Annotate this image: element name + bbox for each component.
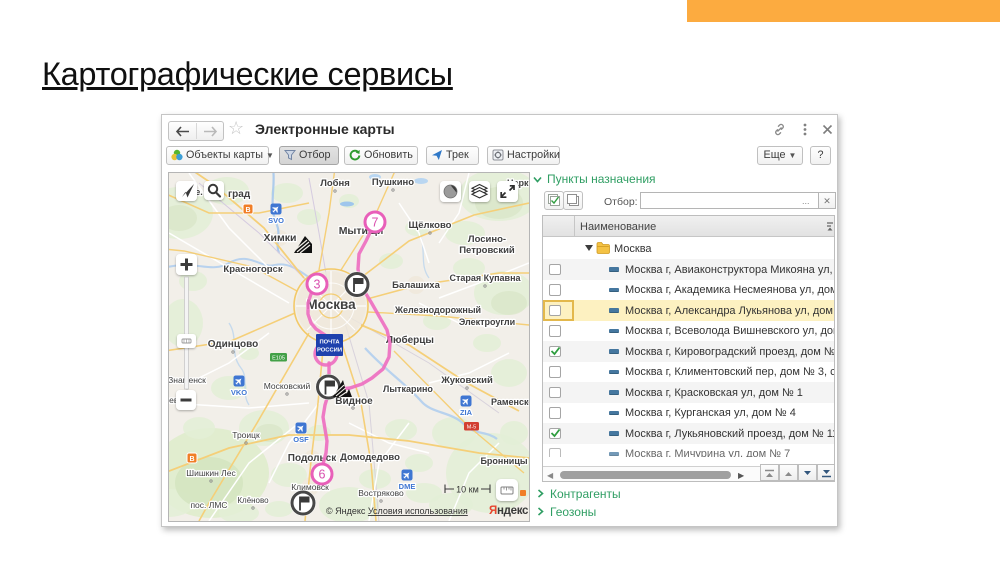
svg-text:Яндекс: Яндекс	[489, 505, 529, 517]
svg-text:Востряково: Востряково	[358, 488, 404, 498]
svg-text:Домодедово: Домодедово	[340, 452, 400, 463]
svg-text:Одинцово: Одинцово	[208, 339, 258, 350]
svg-text:Балашиха: Балашиха	[392, 280, 440, 291]
svg-text:Щёлково: Щёлково	[409, 220, 452, 231]
svg-text:6: 6	[319, 468, 326, 482]
svg-text:Раменское: Раменское	[491, 397, 529, 407]
svg-text:Электроугли: Электроугли	[459, 317, 515, 327]
svg-text:Пушкино: Пушкино	[372, 177, 414, 188]
svg-text:10 км: 10 км	[456, 485, 479, 495]
svg-text:Шишкин Лес: Шишкин Лес	[186, 468, 236, 478]
svg-text:Жуковский: Жуковский	[440, 375, 493, 386]
svg-text:Клёново: Клёново	[237, 496, 269, 505]
svg-text:3: 3	[314, 278, 321, 292]
svg-text:M-5: M-5	[467, 425, 476, 431]
svg-text:VKO: VKO	[231, 388, 247, 397]
svg-text:Красногорск: Красногорск	[223, 264, 282, 275]
svg-text:7: 7	[372, 216, 379, 230]
svg-text:РОССИИ: РОССИИ	[317, 348, 342, 354]
svg-text:E105: E105	[272, 356, 285, 362]
svg-text:Старая Купавна: Старая Купавна	[449, 273, 521, 283]
svg-text:Видное: Видное	[335, 396, 373, 407]
svg-text:Лосино-: Лосино-	[468, 234, 506, 245]
svg-text:Бронницы: Бронницы	[480, 456, 527, 466]
svg-text:Лыткарино: Лыткарино	[383, 384, 433, 394]
svg-text:Химки: Химки	[264, 232, 297, 244]
svg-text:Лобня: Лобня	[320, 178, 350, 189]
svg-text:SVO: SVO	[268, 216, 284, 225]
svg-text:Петровский: Петровский	[459, 245, 515, 256]
svg-text:Люберцы: Люберцы	[386, 334, 434, 346]
svg-text:Московский: Московский	[264, 381, 311, 391]
svg-text:Троицк: Троицк	[232, 430, 260, 440]
svg-text:пос. ЛМС: пос. ЛМС	[190, 500, 227, 510]
svg-text:© Яндекс Условия использования: © Яндекс Условия использования	[326, 506, 468, 516]
svg-text:В: В	[189, 456, 194, 463]
svg-text:Железнодорожный: Железнодорожный	[394, 305, 481, 315]
svg-text:ZIA: ZIA	[460, 408, 473, 417]
svg-text:ПОЧТА: ПОЧТА	[319, 340, 340, 346]
svg-text:В: В	[245, 207, 250, 214]
svg-text:OSF: OSF	[293, 435, 309, 444]
svg-text:DME: DME	[399, 482, 416, 491]
svg-text:Москва: Москва	[306, 297, 356, 312]
svg-text:Подольск: Подольск	[288, 453, 337, 464]
svg-text:град: град	[228, 189, 251, 200]
